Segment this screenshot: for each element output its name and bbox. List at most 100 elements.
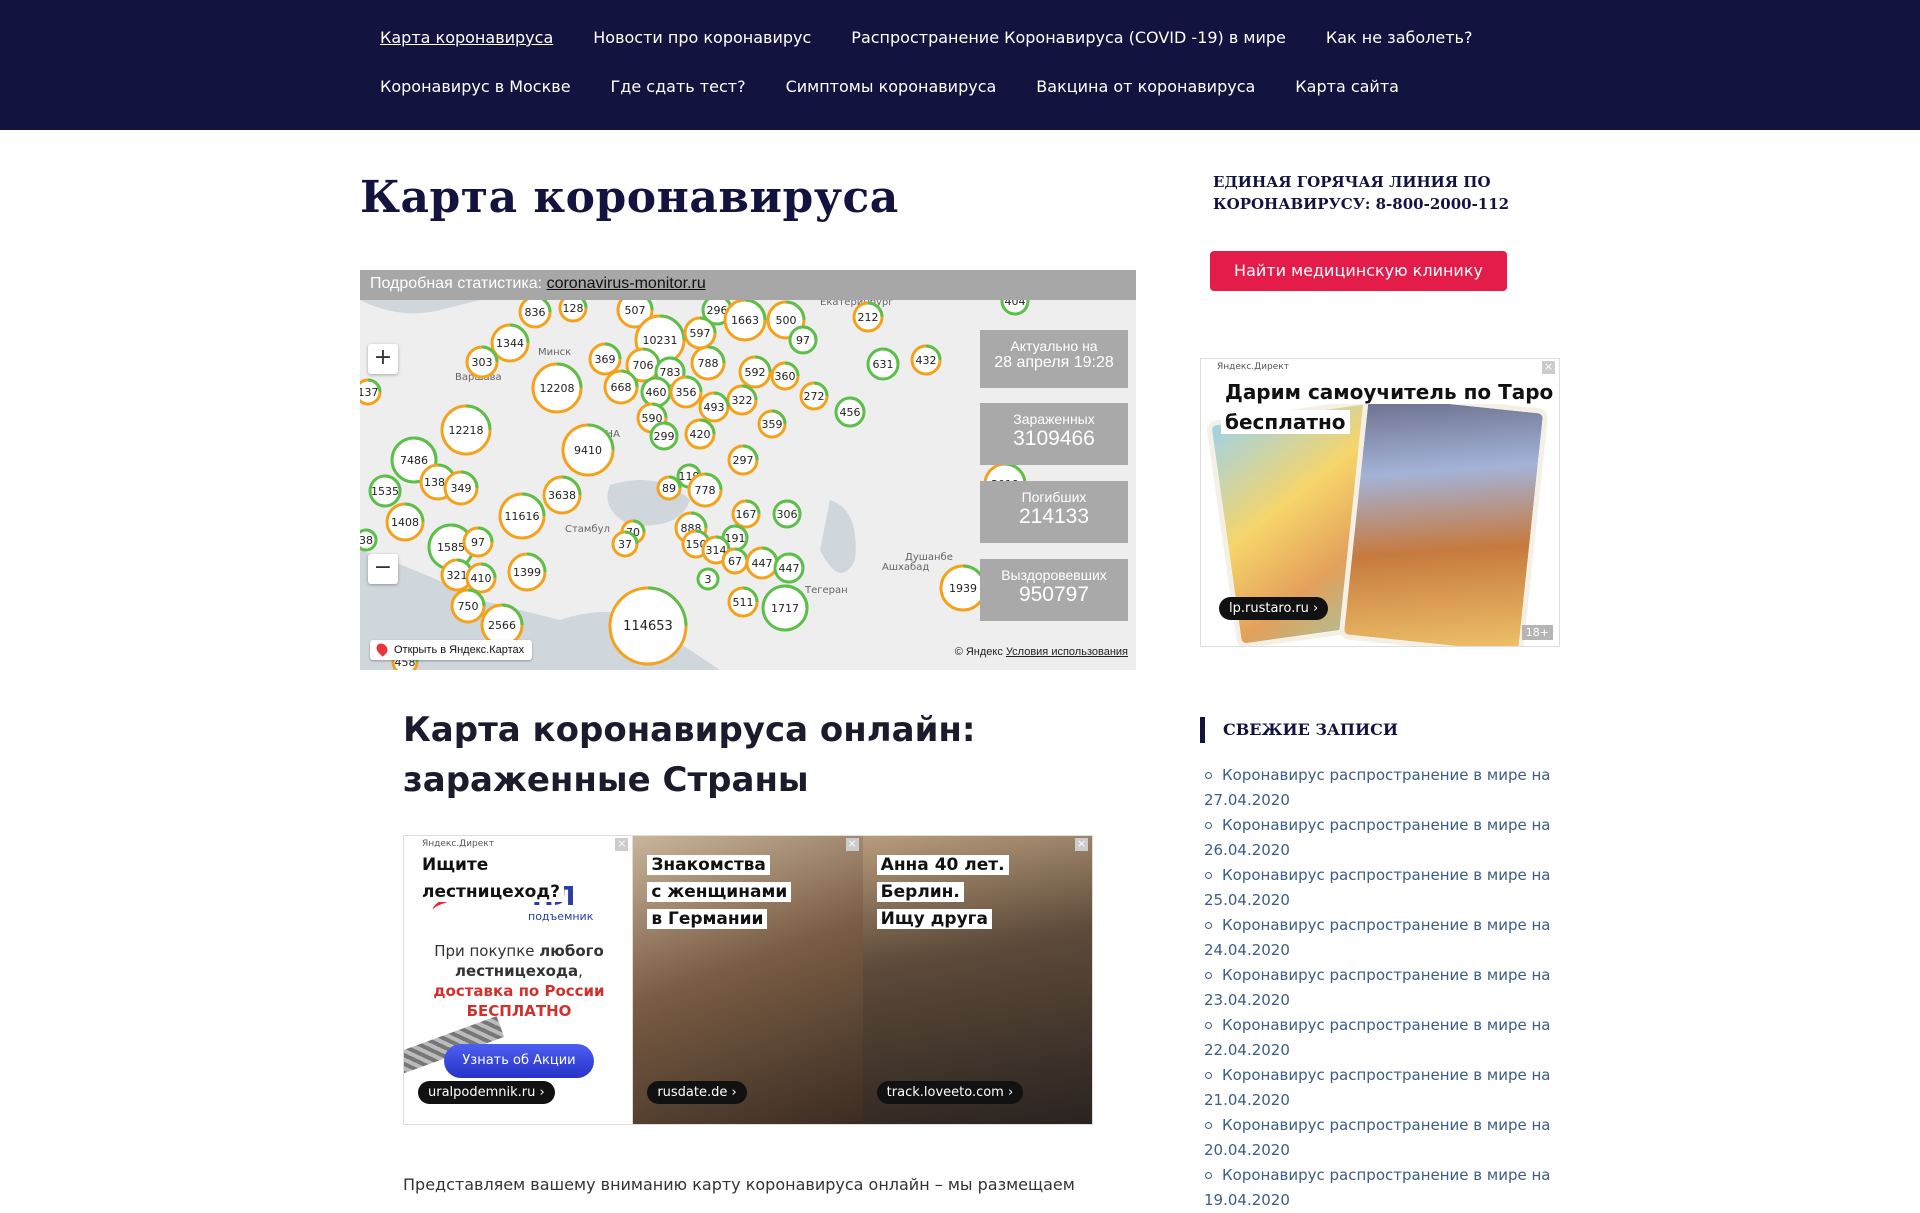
- map-cluster-marker[interactable]: 460: [640, 376, 672, 408]
- recent-post-link[interactable]: Коронавирус распространение в мире на 21.…: [1204, 1063, 1564, 1113]
- cluster-count: 750: [458, 600, 479, 613]
- map-cluster-marker[interactable]: 303: [465, 345, 499, 379]
- nav-link-spread-world[interactable]: Распространение Коронавируса (COVID -19)…: [851, 28, 1286, 47]
- cluster-count: 359: [762, 418, 783, 431]
- close-icon[interactable]: ×: [1542, 361, 1555, 374]
- recent-post-link[interactable]: Коронавирус распространение в мире на 22.…: [1204, 1013, 1564, 1063]
- find-clinic-button[interactable]: Найти медицинскую клинику: [1210, 251, 1507, 291]
- nav-link-symptoms[interactable]: Симптомы коронавируса: [786, 77, 997, 96]
- map-cluster-marker[interactable]: 67: [721, 547, 749, 575]
- cluster-count: 89: [662, 482, 676, 495]
- ad-card-dating-berlin[interactable]: Анна 40 лет. Берлин. Ищу друга track.lov…: [862, 836, 1092, 1124]
- map-cluster-marker[interactable]: 1408: [385, 502, 425, 542]
- map-cluster-marker[interactable]: 493: [698, 391, 730, 423]
- map-cluster-marker[interactable]: 12218: [440, 404, 492, 456]
- map-cluster-marker[interactable]: 299: [649, 421, 679, 451]
- map-cluster-marker[interactable]: 1663: [723, 300, 767, 342]
- map-cluster-marker[interactable]: 592: [738, 355, 772, 389]
- cluster-count: 404: [1005, 300, 1026, 308]
- ad-card-stairlift[interactable]: Яндекс.Директ ПЛ подъемник Ищите лестниц…: [404, 836, 634, 1124]
- nav-link-moscow[interactable]: Коронавирус в Москве: [380, 77, 571, 96]
- cluster-count: 460: [646, 386, 667, 399]
- map-cluster-marker[interactable]: 2566: [480, 603, 524, 647]
- nav-link-testing[interactable]: Где сдать тест?: [611, 77, 746, 96]
- zoom-in-button[interactable]: +: [368, 344, 398, 374]
- ad-card-tarot[interactable]: Яндекс.Директ Дарим самоучитель по Таро …: [1200, 358, 1560, 647]
- map-cluster-marker[interactable]: 306: [772, 499, 802, 529]
- zoom-out-button[interactable]: −: [368, 554, 398, 584]
- map-cluster-marker[interactable]: 137: [360, 378, 382, 406]
- map-cluster-marker[interactable]: 750: [450, 588, 486, 624]
- map-cluster-marker[interactable]: 410: [465, 562, 497, 594]
- map-cluster-marker[interactable]: 456: [834, 396, 866, 428]
- map-cluster-marker[interactable]: 1939: [939, 564, 987, 612]
- cluster-count: 37: [618, 538, 632, 551]
- nav-link-news[interactable]: Новости про коронавирус: [593, 28, 811, 47]
- cluster-count: 360: [775, 370, 796, 383]
- map-cluster-marker[interactable]: 297: [727, 444, 759, 476]
- map-cluster-marker[interactable]: 1344: [490, 323, 530, 363]
- map-cluster-marker[interactable]: 1717: [761, 584, 809, 632]
- recent-post-link[interactable]: Коронавирус распространение в мире на 25.…: [1204, 863, 1564, 913]
- map-cluster-marker[interactable]: 778: [687, 472, 723, 508]
- map-cluster-marker[interactable]: 788: [690, 345, 726, 381]
- map-cluster-marker[interactable]: 668: [603, 369, 639, 405]
- map-cluster-marker[interactable]: 3638: [542, 475, 582, 515]
- map-cluster-marker[interactable]: 836: [518, 300, 552, 329]
- map-cluster-marker[interactable]: 128: [558, 300, 588, 323]
- terms-of-use-link[interactable]: Условия использования: [1006, 646, 1128, 658]
- map-cluster-marker[interactable]: 1535: [368, 474, 402, 508]
- map-cluster-marker[interactable]: 37: [611, 530, 639, 558]
- close-icon[interactable]: ×: [615, 838, 629, 851]
- nav-link-vaccine[interactable]: Вакцина от коронавируса: [1036, 77, 1255, 96]
- recent-post-link[interactable]: Коронавирус распространение в мире на 26.…: [1204, 813, 1564, 863]
- recent-post-link[interactable]: Коронавирус распространение в мире на 24.…: [1204, 913, 1564, 963]
- map-cluster-marker[interactable]: 447: [745, 546, 779, 580]
- map-cluster-marker[interactable]: 597: [683, 316, 717, 350]
- open-yandex-maps-button[interactable]: Открыть в Яндекс.Картах: [370, 640, 533, 660]
- ad-domain-link[interactable]: uralpodemnik.ru ›: [418, 1081, 555, 1104]
- recent-post-link[interactable]: Коронавирус распространение в мире на 20.…: [1204, 1113, 1564, 1163]
- map-cluster-marker[interactable]: 1399: [507, 552, 547, 592]
- map-cluster-marker[interactable]: 114653: [608, 586, 688, 666]
- ad-domain-link[interactable]: rusdate.de ›: [647, 1081, 747, 1104]
- map-cluster-marker[interactable]: 11616: [498, 492, 546, 540]
- cluster-count: 369: [595, 353, 616, 366]
- ad-cta-button[interactable]: Узнать об Акции: [444, 1044, 594, 1078]
- map-cluster-marker[interactable]: 167: [731, 499, 761, 529]
- close-icon[interactable]: ×: [845, 838, 859, 851]
- map-cluster-marker[interactable]: 447: [773, 552, 805, 584]
- map-cluster-marker[interactable]: 369: [588, 342, 622, 376]
- map-cluster-marker[interactable]: 38: [360, 528, 378, 552]
- ad-domain-link[interactable]: track.loveeto.com ›: [876, 1081, 1024, 1104]
- recent-post-link[interactable]: Коронавирус распространение в мире на 23.…: [1204, 963, 1564, 1013]
- nav-link-coronavirus-map[interactable]: Карта коронавируса: [380, 28, 553, 47]
- map-cluster-marker[interactable]: 12208: [531, 362, 583, 414]
- recent-post-link[interactable]: Коронавирус распространение в мире на 27.…: [1204, 763, 1564, 813]
- map-cluster-marker[interactable]: 631: [866, 347, 900, 381]
- close-icon[interactable]: ×: [1074, 838, 1088, 851]
- map-cluster-marker[interactable]: 511: [727, 586, 759, 618]
- map-cluster-marker[interactable]: 356: [669, 375, 703, 409]
- map-cluster-marker[interactable]: 322: [726, 384, 758, 416]
- map-cluster-marker[interactable]: 420: [684, 418, 716, 450]
- map-cluster-marker[interactable]: 3: [696, 567, 720, 591]
- nav-link-sitemap[interactable]: Карта сайта: [1295, 77, 1399, 96]
- ad-card-dating-germany[interactable]: Знакомства с женщинами в Германии rusdat…: [633, 836, 863, 1124]
- coronavirus-map[interactable]: Подробная статистика: coronavirus-monito…: [360, 270, 1136, 670]
- ad-domain-link[interactable]: lp.rustaro.ru ›: [1219, 597, 1329, 620]
- map-cluster-marker[interactable]: 432: [910, 344, 942, 376]
- map-cluster-marker[interactable]: 97: [788, 325, 818, 355]
- map-cluster-marker[interactable]: 404: [1000, 300, 1030, 316]
- map-cluster-marker[interactable]: 272: [799, 381, 829, 411]
- map-stats-link[interactable]: coronavirus-monitor.ru: [547, 275, 706, 292]
- map-cluster-marker[interactable]: 349: [443, 470, 479, 506]
- map-cluster-marker[interactable]: 9410: [561, 423, 615, 477]
- map-cluster-marker[interactable]: 359: [757, 409, 787, 439]
- map-cluster-marker[interactable]: 89: [656, 475, 682, 501]
- map-cluster-marker[interactable]: 360: [770, 361, 800, 391]
- map-cluster-marker[interactable]: 212: [852, 301, 884, 333]
- nav-link-prevention[interactable]: Как не заболеть?: [1326, 28, 1473, 47]
- recent-post-link[interactable]: Коронавирус распространение в мире на 19.…: [1204, 1163, 1564, 1213]
- map-cluster-marker[interactable]: 97: [462, 526, 494, 558]
